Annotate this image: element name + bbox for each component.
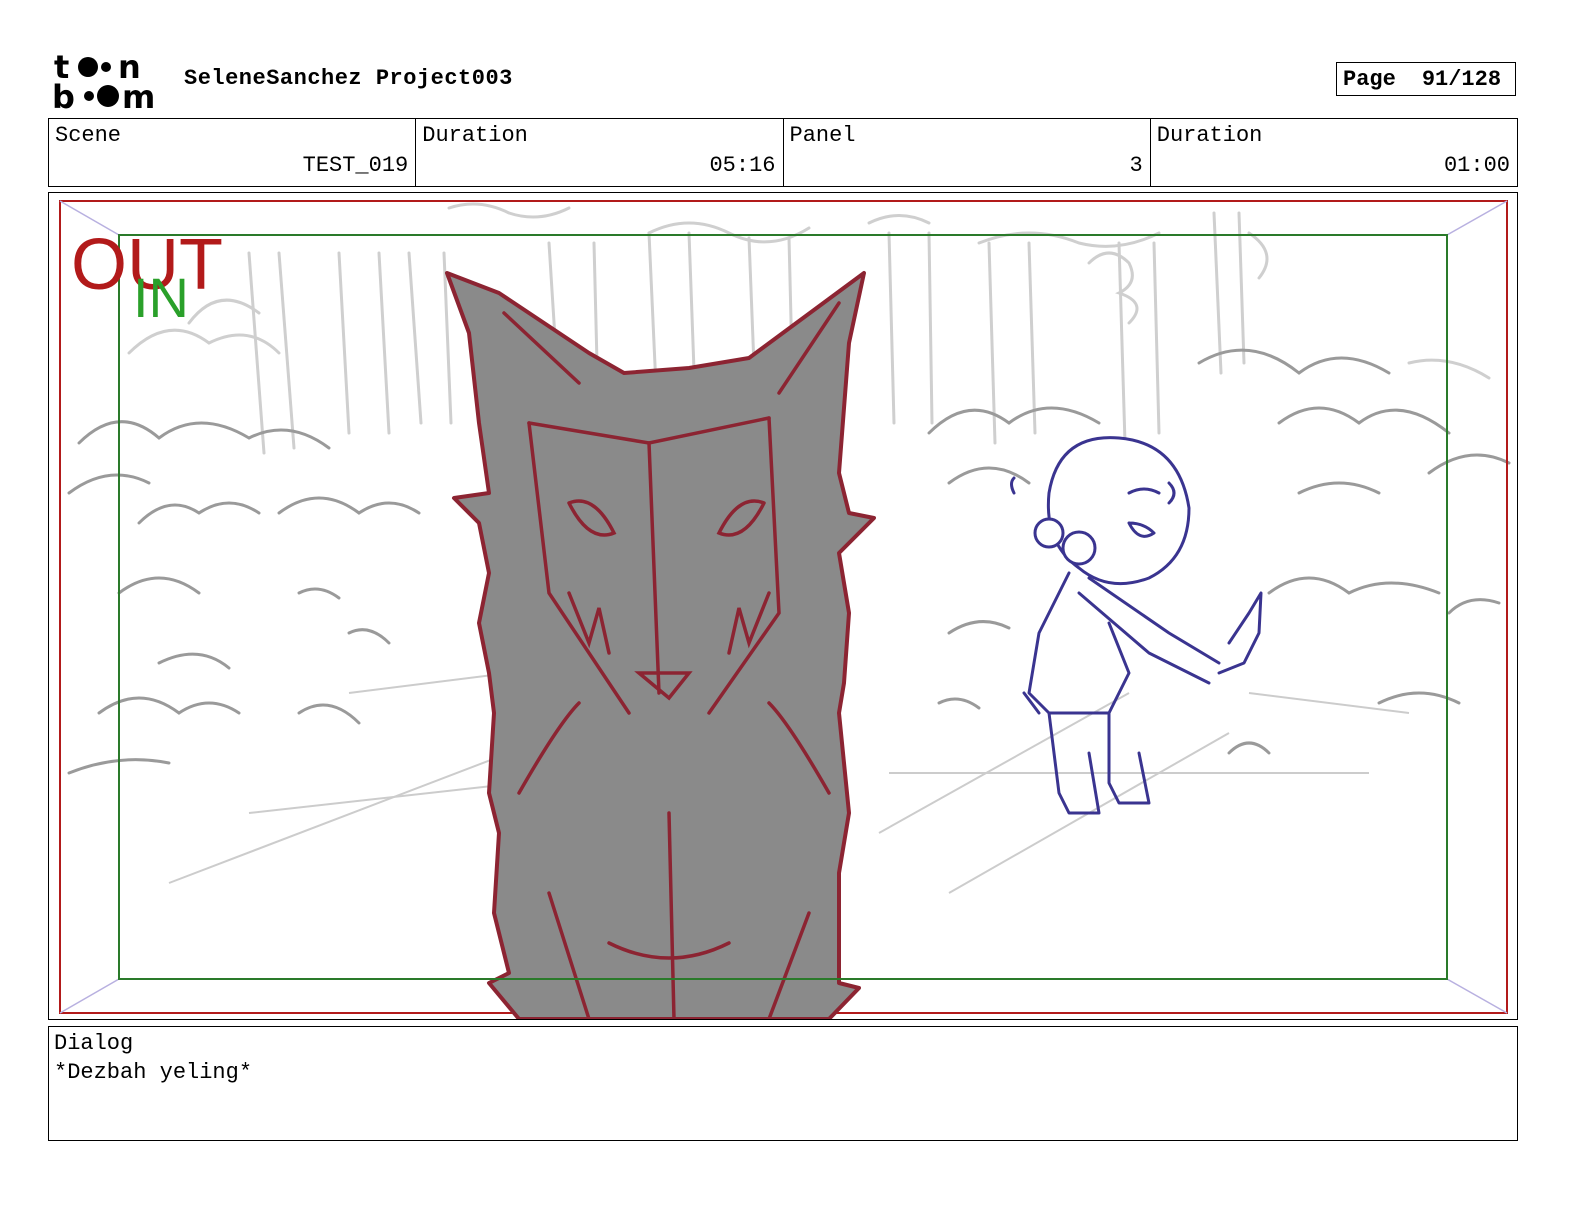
page-number: 91/128 xyxy=(1421,66,1502,92)
scene-duration-cell: Duration 05:16 xyxy=(416,119,784,186)
toonboom-logo: t n b m xyxy=(52,48,164,116)
scene-info-table: Scene TEST_019 Duration 05:16 Panel 3 Du… xyxy=(48,118,1518,187)
panel-duration-cell: Duration 01:00 xyxy=(1151,119,1517,186)
panel-duration-value: 01:00 xyxy=(1443,153,1510,178)
panel-value: 3 xyxy=(1129,153,1143,178)
panel-cell: Panel 3 xyxy=(784,119,1151,186)
scene-label: Scene xyxy=(55,123,122,148)
dialog-label: Dialog xyxy=(54,1031,134,1056)
scene-duration-value: 05:16 xyxy=(709,153,776,178)
svg-text:b: b xyxy=(52,78,75,112)
svg-text:m: m xyxy=(122,78,155,112)
scene-cell: Scene TEST_019 xyxy=(49,119,417,186)
panel-artwork: OUT IN xyxy=(49,193,1517,1019)
project-title: SeleneSanchez Project003 xyxy=(184,66,513,91)
scene-duration-label: Duration xyxy=(422,123,528,148)
storyboard-panel: OUT IN xyxy=(48,192,1518,1020)
scene-value: TEST_019 xyxy=(302,153,409,178)
page-label: Page xyxy=(1343,66,1396,92)
wolf-figure xyxy=(445,271,876,1019)
panel-label: Panel xyxy=(789,123,856,148)
in-frame-label: IN xyxy=(133,266,189,329)
dialog-box: Dialog *Dezbah yeling* xyxy=(48,1026,1518,1141)
page-indicator: Page 91/128 xyxy=(1336,62,1516,96)
dialog-text: *Dezbah yeling* xyxy=(54,1060,253,1085)
panel-duration-label: Duration xyxy=(1156,123,1263,148)
